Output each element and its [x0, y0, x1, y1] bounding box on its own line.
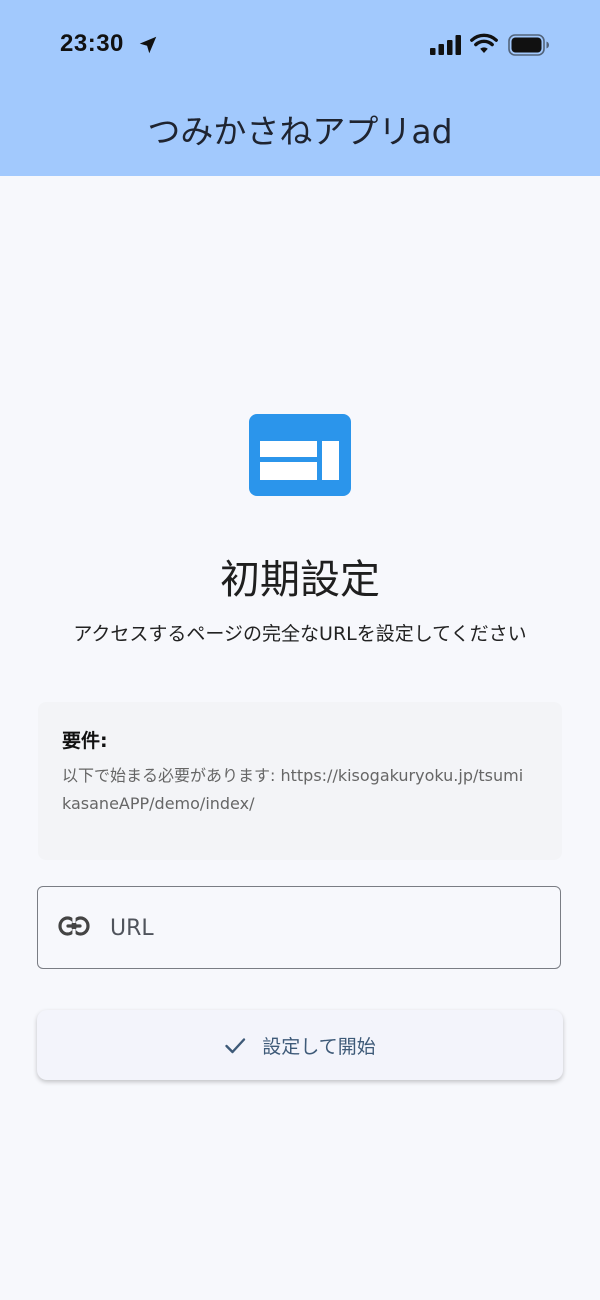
start-setup-label: 設定して開始: [262, 1035, 376, 1058]
setup-subtitle: アクセスするページの完全なURLを設定してください: [73, 623, 527, 645]
requirements-text: 以下で始まる必要があります: https://kisogakuryoku.jp/…: [62, 766, 524, 813]
location-arrow-icon: [139, 36, 157, 54]
url-input[interactable]: [110, 907, 530, 949]
setup-title: 初期設定: [220, 557, 380, 603]
cellular-signal-icon: [430, 35, 461, 55]
web-page-icon: [249, 414, 351, 496]
status-time: 23:30: [60, 30, 124, 57]
battery-icon: [508, 34, 549, 56]
app-title: つみかさねアプリad: [147, 112, 453, 151]
requirements-box: 要件: 以下で始まる必要があります: https://kisogakuryoku…: [38, 702, 562, 860]
wifi-icon: [470, 33, 498, 53]
check-icon: [225, 1038, 246, 1054]
url-field[interactable]: [37, 886, 561, 969]
start-setup-button[interactable]: 設定して開始: [37, 1010, 563, 1080]
link-icon: [58, 915, 90, 937]
requirements-heading: 要件:: [62, 730, 108, 752]
app-header: 23:30 つみかさねアプリad: [0, 0, 600, 176]
